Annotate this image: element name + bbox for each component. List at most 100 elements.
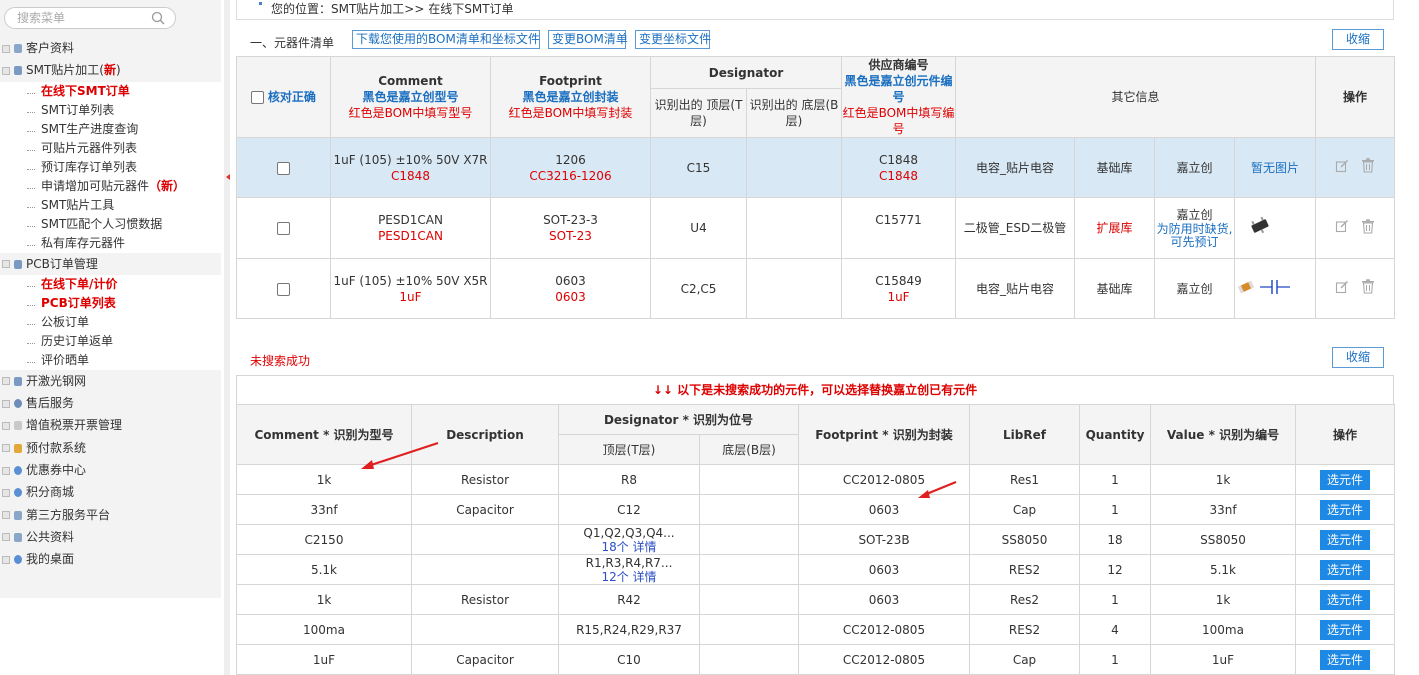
select-component-button[interactable]: 选元件 xyxy=(1320,529,1370,550)
edit-icon[interactable] xyxy=(1335,159,1349,177)
trash-icon[interactable] xyxy=(1361,218,1375,238)
search-icon[interactable] xyxy=(151,11,165,28)
row-checkbox[interactable] xyxy=(277,222,290,235)
menu-group-points-mall[interactable]: 积分商城 xyxy=(0,481,221,503)
expand-icon[interactable] xyxy=(2,466,10,475)
bom-section-header: 一、元器件清单 下载您使用的BOM清单和坐标文件 变更BOM清单 变更坐标文件 … xyxy=(236,29,1394,56)
menu-item-smt-tools[interactable]: SMT贴片工具 xyxy=(0,196,221,215)
change-bom-link[interactable]: 变更BOM清单 xyxy=(548,30,628,49)
menu-group-after-sales[interactable]: 售后服务 xyxy=(0,392,221,414)
menu-group-smt[interactable]: SMT贴片加工(新) xyxy=(0,59,221,81)
select-component-button[interactable]: 选元件 xyxy=(1320,619,1370,640)
change-coords-link[interactable]: 变更坐标文件 xyxy=(635,30,711,49)
header-title: Footprint xyxy=(539,74,602,88)
menu-group-prepay[interactable]: 预付款系统 xyxy=(0,437,221,459)
footprint-cell: 0603 0603 xyxy=(490,258,651,319)
menu-item-request-component[interactable]: 申请增加可贴元器件（新） xyxy=(0,177,221,196)
expand-icon[interactable] xyxy=(2,421,10,430)
menu-group-pcb[interactable]: PCB订单管理 xyxy=(0,253,221,275)
menu-item-reorder[interactable]: 历史订单返单 xyxy=(0,332,221,351)
check-all-label: 核对正确 xyxy=(267,90,316,104)
edit-icon[interactable] xyxy=(1335,219,1349,237)
tree-line-icon xyxy=(27,281,35,288)
menu-item-placeable-list[interactable]: 可贴片元器件列表 xyxy=(0,139,221,158)
expand-icon[interactable] xyxy=(2,399,10,408)
top-designators: C10 xyxy=(617,652,641,667)
menu-item-public-board[interactable]: 公板订单 xyxy=(0,313,221,332)
description-cell: Capacitor xyxy=(411,644,559,675)
bottom-layer-cell xyxy=(699,614,799,645)
menu-item-smt-habits[interactable]: SMT匹配个人习惯数据 xyxy=(0,215,221,234)
bom-section-title: 一、元器件清单 xyxy=(250,36,335,50)
component-thumbnail-icon[interactable] xyxy=(1247,216,1273,240)
menu-item-stock-orders[interactable]: 预订库存订单列表 xyxy=(0,158,221,177)
sidebar: 客户资料 SMT贴片加工(新) 在线下SMT订单 SMT订单列表 SMT生产进度… xyxy=(0,0,221,598)
action-cell: 选元件 xyxy=(1295,494,1395,525)
menu-group-my-desktop[interactable]: 我的桌面 xyxy=(0,548,221,570)
component-thumbnail-icon[interactable] xyxy=(1236,279,1294,299)
fold-bom-button[interactable]: 收缩 xyxy=(1332,29,1384,50)
collapse-icon[interactable] xyxy=(2,260,10,269)
category-cell: 电容_贴片电容 xyxy=(955,137,1076,198)
expand-icon[interactable] xyxy=(2,511,10,520)
bullet-icon xyxy=(259,2,262,5)
category-cell: 电容_贴片电容 xyxy=(955,258,1076,319)
quantity-cell: 1 xyxy=(1079,644,1151,675)
menu-group-stencil[interactable]: 开激光钢网 xyxy=(0,370,221,392)
expand-icon[interactable] xyxy=(2,44,10,53)
select-component-button[interactable]: 选元件 xyxy=(1320,499,1370,520)
breadcrumb-text: 您的位置：SMT贴片加工>> 在线下SMT订单 xyxy=(271,2,514,16)
sidebar-collapse-handle[interactable] xyxy=(221,0,233,675)
menu-item-private-stock[interactable]: 私有库存元器件 xyxy=(0,234,221,253)
quantity-cell: 1 xyxy=(1079,584,1151,615)
expand-icon[interactable] xyxy=(2,488,10,497)
menu-group-customer[interactable]: 客户资料 xyxy=(0,37,221,59)
code-value: C15849 xyxy=(875,273,922,288)
select-component-button[interactable]: 选元件 xyxy=(1320,589,1370,610)
menu-group-third-party[interactable]: 第三方服务平台 xyxy=(0,504,221,526)
select-component-button[interactable]: 选元件 xyxy=(1320,649,1370,670)
menu-item-new-smt-order[interactable]: 在线下SMT订单 xyxy=(0,82,221,101)
description-cell: Resistor xyxy=(411,584,559,615)
row-checkbox[interactable] xyxy=(277,282,290,296)
fail-warning-banner: ↓↓ 以下是未搜索成功的元件，可以选择替换嘉立创已有元件 xyxy=(236,375,1394,404)
menu-item-review[interactable]: 评价晒单 xyxy=(0,351,221,370)
expand-icon[interactable] xyxy=(2,555,10,564)
failed-row: 5.1k R1,R3,R4,R7... 12个 详情 0603 RES2 12 5.1k 选元… xyxy=(236,554,1395,585)
menu-item-pcb-order-list[interactable]: PCB订单列表 xyxy=(0,294,221,313)
select-component-button[interactable]: 选元件 xyxy=(1320,559,1370,580)
menu-search-input[interactable] xyxy=(17,8,157,28)
check-all-checkbox[interactable] xyxy=(251,91,265,104)
designator-detail-link[interactable]: 18个 详情 xyxy=(560,540,699,554)
tree-line-icon xyxy=(27,202,35,209)
trash-icon[interactable] xyxy=(1361,279,1375,298)
download-bom-link[interactable]: 下载您使用的BOM清单和坐标文件 xyxy=(352,30,540,49)
menu-group-invoice[interactable]: 增值税票开票管理 xyxy=(0,414,221,436)
menu-item-label: 历史订单返单 xyxy=(41,333,114,348)
menu-group-coupons[interactable]: 优惠券中心 xyxy=(0,459,221,481)
collapse-icon[interactable] xyxy=(2,66,10,75)
main-content: 您的位置：SMT贴片加工>> 在线下SMT订单 一、元器件清单 下载您使用的BO… xyxy=(236,0,1396,675)
collapse-arrow-icon[interactable] xyxy=(226,174,230,180)
fold-fail-button[interactable]: 收缩 xyxy=(1332,347,1384,368)
no-image-link[interactable]: 暂无图片 xyxy=(1251,161,1299,175)
expand-icon[interactable] xyxy=(2,444,10,453)
collapse-bar[interactable] xyxy=(224,0,230,675)
menu-group-public-data[interactable]: 公共资料 xyxy=(0,526,221,548)
row-checkbox[interactable] xyxy=(277,161,290,175)
menu-item-smt-progress[interactable]: SMT生产进度查询 xyxy=(0,120,221,139)
quantity-cell: 18 xyxy=(1079,524,1151,555)
designator-detail-link[interactable]: 12个 详情 xyxy=(560,570,699,584)
footprint-bom-value: 0603 xyxy=(555,289,586,304)
trash-icon[interactable] xyxy=(1361,158,1375,177)
header-title: 识别出的 顶层(T层) xyxy=(654,98,743,129)
menu-search-box[interactable] xyxy=(4,7,176,29)
menu-item-smt-order-list[interactable]: SMT订单列表 xyxy=(0,101,221,120)
select-component-button[interactable]: 选元件 xyxy=(1320,469,1370,490)
expand-icon[interactable] xyxy=(2,377,10,386)
menu-item-pcb-quote[interactable]: 在线下单/计价 xyxy=(0,275,221,294)
expand-icon[interactable] xyxy=(2,533,10,542)
libref-header: LibRef xyxy=(969,404,1080,465)
preorder-link[interactable]: 为防用时缺货,可先预订 xyxy=(1156,223,1234,249)
edit-icon[interactable] xyxy=(1335,280,1349,298)
